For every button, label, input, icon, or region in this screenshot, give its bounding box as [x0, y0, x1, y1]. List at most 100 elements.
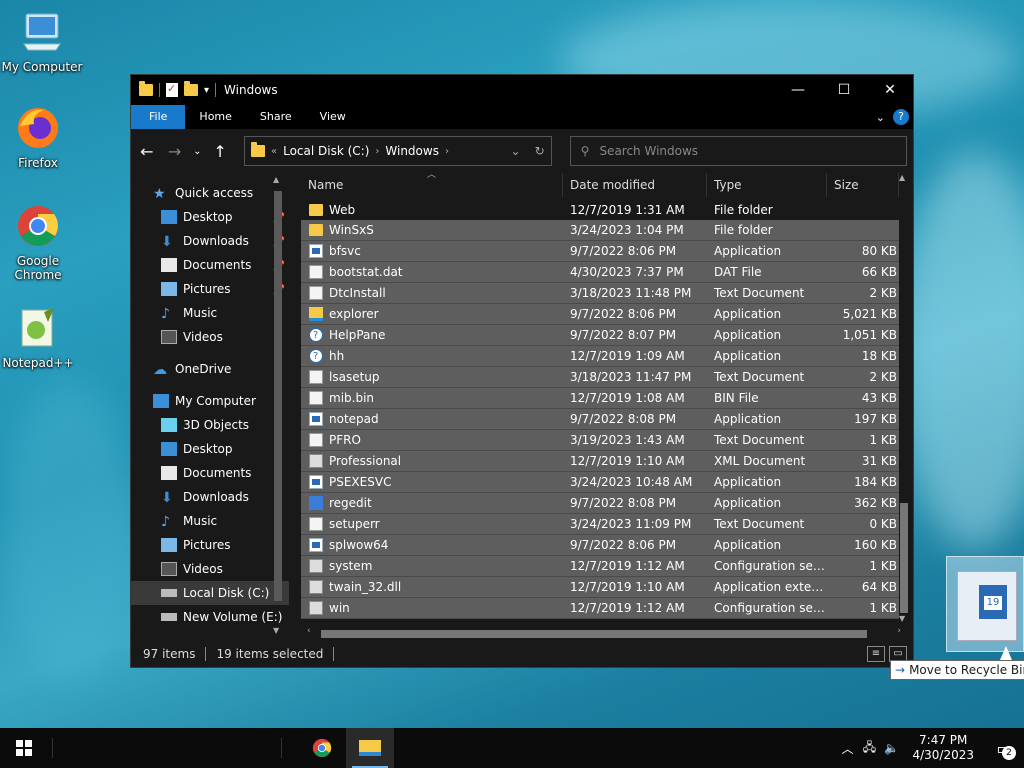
back-arrow-icon[interactable]: ←	[137, 142, 157, 161]
nav-documents[interactable]: Documents📌	[131, 253, 289, 277]
nav-quick-access[interactable]: ★ Quick access	[131, 181, 289, 205]
desktop-icon-google-chrome[interactable]: Google Chrome	[0, 202, 80, 282]
search-placeholder: Search Windows	[599, 144, 699, 158]
scrollbar-thumb[interactable]	[274, 191, 282, 601]
breadcrumb-local-disk[interactable]: Local Disk (C:)	[283, 144, 369, 158]
file-row[interactable]: PSEXESVC 3/24/2023 10:48 AM Application 184…	[301, 472, 899, 493]
file-explorer-window[interactable]: ▾ Windows — ☐ ✕ File Home Share View ⌄ ?…	[130, 74, 914, 668]
file-row[interactable]: HelpPane 9/7/2022 8:07 PM Application 1,051…	[301, 325, 899, 346]
desktop-icon-my-computer[interactable]: My Computer	[0, 8, 84, 74]
title-bar[interactable]: ▾ Windows — ☐ ✕	[131, 75, 913, 105]
nav-pc-desktop[interactable]: Desktop	[131, 437, 289, 461]
file-row[interactable]: explorer 9/7/2022 8:06 PM Application 5,021…	[301, 304, 899, 325]
chevron-right-icon[interactable]: ›	[375, 146, 379, 157]
file-size: 2 KB	[869, 370, 897, 384]
column-header-size[interactable]: Size	[827, 173, 899, 197]
address-dropdown-icon[interactable]: ⌄	[511, 144, 521, 158]
nav-pc-documents[interactable]: Documents	[131, 461, 289, 485]
horizontal-scrollbar[interactable]: ‹ ›	[307, 626, 901, 639]
nav-onedrive[interactable]: ☁ OneDrive	[131, 357, 289, 381]
file-row[interactable]: setuperr 3/24/2023 11:09 PM Text Document 0…	[301, 514, 899, 535]
tab-view[interactable]: View	[306, 105, 360, 129]
start-button[interactable]	[0, 728, 48, 768]
nav-3d-objects[interactable]: 3D Objects	[131, 413, 289, 437]
taskbar-chrome[interactable]	[298, 728, 346, 768]
nav-videos[interactable]: Videos	[131, 325, 289, 349]
expand-ribbon-icon[interactable]: ⌄	[876, 111, 885, 124]
new-folder-icon[interactable]	[184, 81, 198, 96]
nav-pictures[interactable]: Pictures📌	[131, 277, 289, 301]
scrollbar-thumb[interactable]	[321, 630, 867, 638]
close-button[interactable]: ✕	[867, 75, 913, 105]
file-list-scrollbar[interactable]: ▲ ▼	[897, 173, 911, 623]
details-view-button[interactable]: ≡	[867, 646, 885, 662]
file-name: win	[329, 601, 350, 615]
help-icon[interactable]: ?	[893, 109, 909, 125]
up-arrow-icon[interactable]: ↑	[210, 142, 230, 161]
nav-pc-pictures[interactable]: Pictures	[131, 533, 289, 557]
file-row[interactable]: DtcInstall 3/18/2023 11:48 PM Text Documen…	[301, 283, 899, 304]
nav-pc-music[interactable]: ♪ Music	[131, 509, 289, 533]
file-row[interactable]: bootstat.dat 4/30/2023 7:37 PM DAT File 66 …	[301, 262, 899, 283]
tab-home[interactable]: Home	[185, 105, 245, 129]
file-row[interactable]: WinSxS 3/24/2023 1:04 PM File folder	[301, 220, 899, 241]
desktop-icon-firefox[interactable]: Firefox	[0, 104, 80, 170]
file-row[interactable]: splwow64 9/7/2022 8:06 PM Application 160 K…	[301, 535, 899, 556]
file-row[interactable]: Web 12/7/2019 1:31 AM File folder	[301, 199, 899, 220]
file-row[interactable]: mib.bin 12/7/2019 1:08 AM BIN File 43 KB	[301, 388, 899, 409]
file-row[interactable]: bfsvc 9/7/2022 8:06 PM Application 80 KB	[301, 241, 899, 262]
address-bar[interactable]: « Local Disk (C:) › Windows › ⌄ ↻	[243, 136, 552, 166]
tab-share[interactable]: Share	[246, 105, 306, 129]
network-icon[interactable]: 🖧	[858, 738, 880, 759]
refresh-icon[interactable]: ↻	[535, 144, 545, 158]
recent-locations-icon[interactable]: ⌄	[192, 146, 202, 157]
file-row[interactable]: regedit 9/7/2022 8:08 PM Application 362 KB	[301, 493, 899, 514]
minimize-button[interactable]: —	[775, 75, 821, 105]
doc-icon	[309, 286, 323, 300]
file-row[interactable]: Professional 12/7/2019 1:10 AM XML Documen…	[301, 451, 899, 472]
file-size: 1 KB	[869, 433, 897, 447]
chevron-up-icon[interactable]: ︿	[836, 740, 858, 757]
nav-new-volume-e[interactable]: New Volume (E:)	[131, 605, 289, 629]
file-size: 1 KB	[869, 601, 897, 615]
nav-music[interactable]: ♪ Music	[131, 301, 289, 325]
chevron-right-icon[interactable]: ›	[445, 146, 449, 157]
nav-local-disk-c[interactable]: Local Disk (C:)	[131, 581, 289, 605]
nav-pc-downloads[interactable]: ⬇ Downloads	[131, 485, 289, 509]
nav-desktop[interactable]: Desktop📌	[131, 205, 289, 229]
file-row[interactable]: twain_32.dll 12/7/2019 1:10 AM Application…	[301, 577, 899, 598]
search-input[interactable]: ⚲ Search Windows	[569, 136, 907, 166]
column-header-date-modified[interactable]: Date modified	[563, 173, 707, 197]
file-row[interactable]: notepad 9/7/2022 8:08 PM Application 197 KB	[301, 409, 899, 430]
notification-center-button[interactable]: ▭ 2	[984, 728, 1024, 768]
column-header-type[interactable]: Type	[707, 173, 827, 197]
properties-icon[interactable]	[166, 82, 178, 97]
nav-downloads[interactable]: ⬇Downloads📌	[131, 229, 289, 253]
folder-icon	[139, 81, 153, 96]
file-row[interactable]: PFRO 3/19/2023 1:43 AM Text Document 1 KB	[301, 430, 899, 451]
desktop-icon-notepad-plus-plus[interactable]: Notepad++	[0, 304, 80, 370]
volume-icon[interactable]: 🔈	[880, 741, 902, 755]
divider	[159, 83, 160, 97]
nav-pc-videos[interactable]: Videos	[131, 557, 289, 581]
clock[interactable]: 7:47 PM 4/30/2023	[902, 733, 984, 763]
expl-icon	[309, 307, 323, 321]
breadcrumb-windows[interactable]: Windows	[385, 144, 439, 158]
file-row[interactable]: system 12/7/2019 1:12 AM Configuration set…	[301, 556, 899, 577]
file-row[interactable]: lsasetup 3/18/2023 11:47 PM Text Document 2…	[301, 367, 899, 388]
nav-my-computer[interactable]: My Computer	[131, 389, 289, 413]
file-row[interactable]: win 12/7/2019 1:12 AM Configuration sett..…	[301, 598, 899, 619]
nav-pane-scrollbar[interactable]: ▲ ▼	[271, 175, 285, 635]
windows-logo-icon	[16, 740, 32, 756]
forward-arrow-icon[interactable]: →	[165, 142, 185, 161]
scrollbar-thumb[interactable]	[900, 503, 908, 613]
file-name: hh	[329, 349, 345, 363]
file-row[interactable]: hh 12/7/2019 1:09 AM Application 18 KB	[301, 346, 899, 367]
doc-icon	[309, 517, 323, 531]
computer-icon	[153, 394, 169, 408]
maximize-button[interactable]: ☐	[821, 75, 867, 105]
tab-file[interactable]: File	[131, 105, 186, 129]
customize-quick-access-icon[interactable]: ▾	[204, 85, 209, 96]
navigation-pane: ★Quick access Desktop📌 ⬇Downloads📌 Docum…	[131, 173, 289, 639]
taskbar-file-explorer[interactable]	[346, 728, 394, 768]
